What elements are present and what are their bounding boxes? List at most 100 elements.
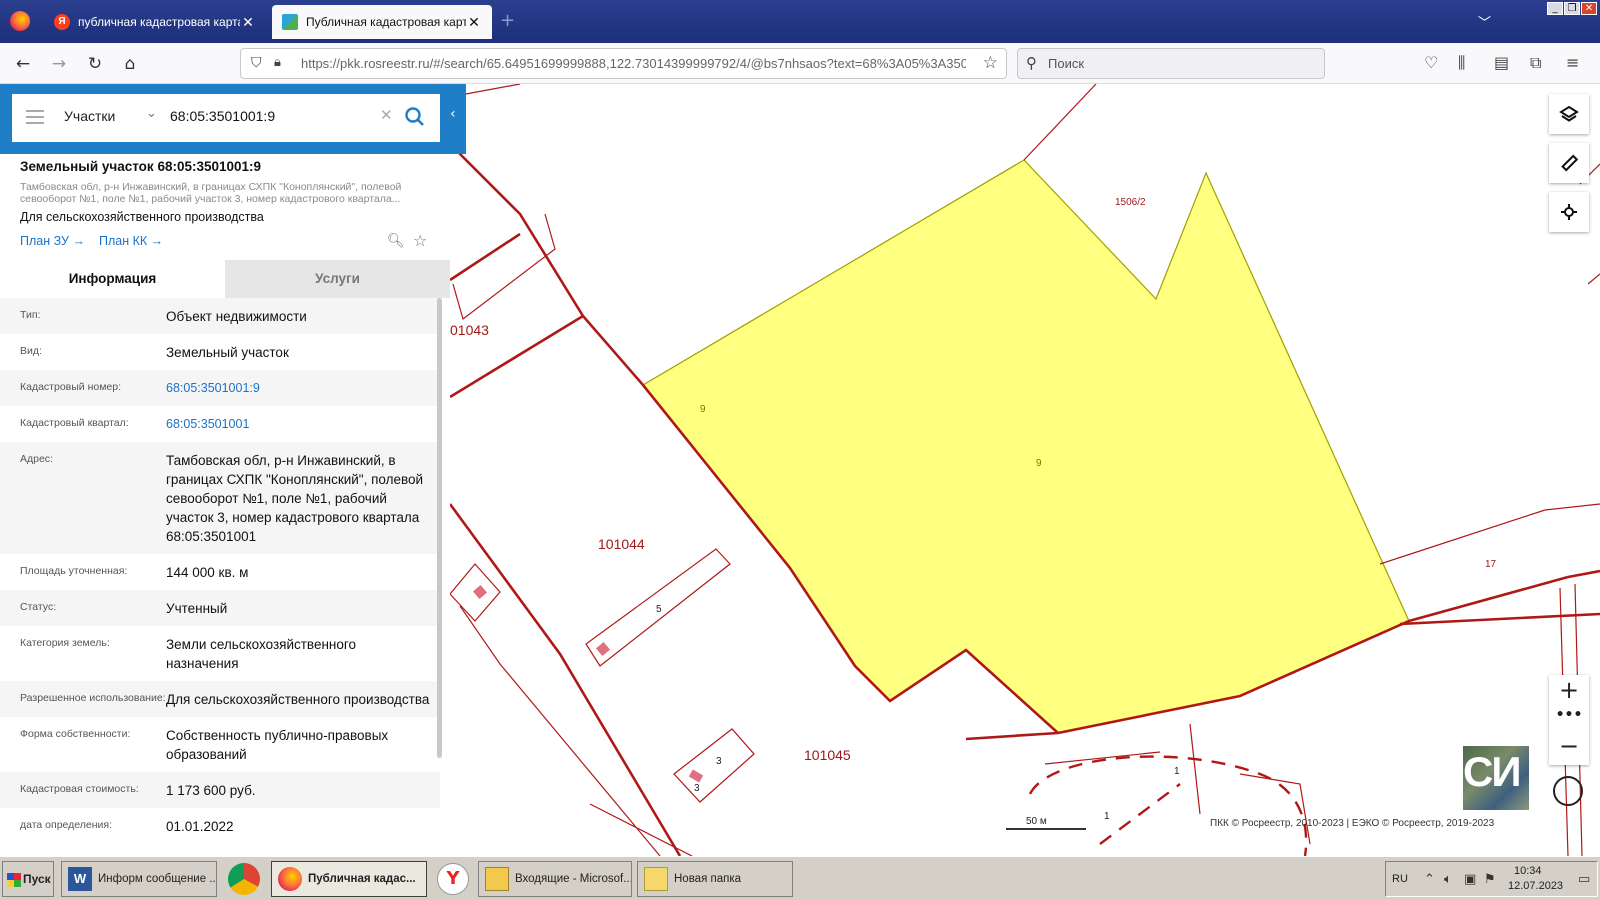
info-row: Статус: Учтенный xyxy=(0,590,440,626)
task-firefox[interactable]: Публичная кадас... xyxy=(271,861,427,897)
clock-time[interactable]: 10:34 xyxy=(1514,865,1542,877)
show-hidden-icons-icon[interactable]: ⌃ xyxy=(1424,872,1435,887)
home-icon[interactable]: ⌂ xyxy=(119,53,141,75)
clear-icon[interactable]: ✕ xyxy=(380,106,393,124)
language-indicator[interactable]: RU xyxy=(1392,873,1408,885)
tracking-shield-icon[interactable]: ⛉ xyxy=(251,55,262,71)
menu-icon[interactable]: ≡ xyxy=(1566,53,1579,72)
tab-services[interactable]: Услуги xyxy=(225,260,450,298)
extensions-icon[interactable]: ⧉ xyxy=(1530,53,1541,73)
tab-list-chevron-icon[interactable]: ﹀ xyxy=(1478,12,1491,31)
cadastral-quarter-link[interactable]: 68:05:3501001 xyxy=(166,415,440,434)
chrome-icon[interactable] xyxy=(228,863,260,895)
tab-close-icon[interactable]: ✕ xyxy=(240,14,256,31)
info-panel-scrollbar[interactable] xyxy=(437,298,442,758)
map-label-quarter: 01043 xyxy=(450,322,489,338)
firefox-menu-icon[interactable] xyxy=(10,11,30,31)
zoom-in-button[interactable]: + xyxy=(1549,675,1589,705)
info-row: Адрес: Тамбовская обл, р-н Инжавинский, в… xyxy=(0,442,440,554)
zoom-out-button[interactable]: − xyxy=(1549,731,1589,765)
browser-search-bar[interactable]: ⚲ Поиск xyxy=(1017,48,1325,79)
close-window-button[interactable]: ✕ xyxy=(1581,2,1597,15)
layers-button[interactable] xyxy=(1549,94,1589,134)
parcel-usage: Для сельскохозяйственного производства xyxy=(20,210,264,224)
browser-tab-bar: Я публичная кадастровая карта – ✕ Публич… xyxy=(0,0,1600,43)
map-label-parcel: 3 xyxy=(694,783,700,794)
forward-icon[interactable]: → xyxy=(48,53,70,75)
clock-date[interactable]: 12.07.2023 xyxy=(1508,880,1563,892)
basemap-switcher-label[interactable]: СИ xyxy=(1463,748,1522,796)
info-key: дата определения: xyxy=(20,819,113,831)
chevron-down-icon[interactable]: ⌄ xyxy=(146,106,157,121)
search-icon[interactable] xyxy=(402,104,428,130)
search-input[interactable]: 68:05:3501001:9 xyxy=(170,108,275,124)
tab-yandex[interactable]: Я публичная кадастровая карта – ✕ xyxy=(44,5,266,39)
rosreestr-icon xyxy=(282,14,298,30)
object-type-select[interactable]: Участки xyxy=(64,108,115,124)
plan-kk-link[interactable]: План КК → xyxy=(99,234,163,248)
map-label-parcel: 5 xyxy=(656,604,662,615)
lock-icon[interactable]: 🔒︎ xyxy=(274,55,281,70)
info-key: Кадастровая стоимость: xyxy=(20,783,139,795)
action-center-flag-icon[interactable]: ⚑ xyxy=(1484,872,1496,887)
show-desktop-icon[interactable]: ▭ xyxy=(1578,872,1590,887)
info-value: Для сельскохозяйственного производства xyxy=(166,692,430,707)
library-icon[interactable]: ⫼ xyxy=(1458,53,1465,73)
ruler-icon xyxy=(1561,154,1579,172)
search-panel: Участки ⌄ 68:05:3501001:9 ✕ ‹ xyxy=(0,84,466,154)
minimize-button[interactable]: _ xyxy=(1547,2,1563,15)
start-button[interactable]: Пуск xyxy=(2,861,54,897)
task-folder[interactable]: Новая папка xyxy=(637,861,793,897)
info-value: Земли сельскохозяйственного назначения xyxy=(166,637,357,671)
volume-icon[interactable]: 🔈︎ xyxy=(1444,872,1452,887)
parcel-address-summary: Тамбовская обл, р-н Инжавинский, в грани… xyxy=(20,181,402,205)
url-bar[interactable]: ⛉ 🔒︎ https://pkk.rosreestr.ru/#/search/6… xyxy=(240,48,1007,79)
cadastral-number-link[interactable]: 68:05:3501001:9 xyxy=(166,379,440,398)
collapse-panel-chevron-icon[interactable]: ‹ xyxy=(450,106,456,122)
search-placeholder: Поиск xyxy=(1048,56,1085,71)
info-panel: Земельный участок 68:05:3501001:9 Тамбов… xyxy=(0,154,450,856)
zoom-controls: + ••• − xyxy=(1549,675,1589,765)
locate-button[interactable] xyxy=(1549,192,1589,232)
more-options-icon[interactable]: ••• xyxy=(1549,705,1589,731)
info-key: Статус: xyxy=(20,601,57,613)
bookmark-star-icon[interactable]: ☆ xyxy=(983,53,998,73)
folder-icon xyxy=(644,867,668,891)
tab-close-icon[interactable]: ✕ xyxy=(466,14,482,31)
map-label-parcel: 17 xyxy=(1485,559,1497,570)
restore-button[interactable]: ❐ xyxy=(1564,2,1580,15)
map-label-parcel: 1 xyxy=(1104,811,1110,822)
hamburger-menu-icon[interactable] xyxy=(26,110,44,124)
new-tab-icon[interactable]: + xyxy=(500,10,515,31)
windows-taskbar: Пуск W Информ сообщение ... Публичная ка… xyxy=(0,856,1600,900)
task-outlook[interactable]: Входящие - Microsof... xyxy=(478,861,632,897)
tab-rosreestr[interactable]: Публичная кадастровая карта ✕ xyxy=(272,5,492,39)
url-text[interactable]: https://pkk.rosreestr.ru/#/search/65.649… xyxy=(301,56,966,71)
print-preview-icon[interactable]: 🔍︎ xyxy=(387,233,405,249)
reset-view-icon[interactable] xyxy=(1553,776,1583,806)
task-label: Публичная кадас... xyxy=(308,873,416,885)
layers-icon xyxy=(1559,105,1579,122)
back-icon[interactable]: ← xyxy=(12,53,34,75)
info-key: Адрес: xyxy=(20,453,53,465)
tab-label: Публичная кадастровая карта xyxy=(306,15,466,29)
word-icon: W xyxy=(68,867,92,891)
network-icon[interactable]: ▣ xyxy=(1464,872,1476,887)
measure-button[interactable] xyxy=(1549,143,1589,183)
scale-bar xyxy=(1006,828,1086,830)
plan-zu-link[interactable]: План ЗУ → xyxy=(20,234,85,248)
yandex-browser-icon[interactable]: Y xyxy=(437,863,469,895)
search-icon: ⚲ xyxy=(1026,54,1037,72)
info-value: Объект недвижимости xyxy=(166,309,307,324)
task-word[interactable]: W Информ сообщение ... xyxy=(61,861,217,897)
pocket-icon[interactable]: ♡ xyxy=(1424,53,1438,72)
tab-information[interactable]: Информация xyxy=(0,260,225,298)
yandex-icon: Я xyxy=(54,14,70,30)
search-box[interactable]: Участки ⌄ 68:05:3501001:9 ✕ xyxy=(12,94,440,142)
task-label: Новая папка xyxy=(674,873,742,885)
reload-icon[interactable]: ↻ xyxy=(84,53,106,75)
info-row: дата определения: 01.01.2022 xyxy=(0,808,440,844)
favorite-star-icon[interactable]: ☆ xyxy=(413,231,427,250)
info-key: Площадь уточненная: xyxy=(20,565,128,577)
sidebar-icon[interactable]: ▤ xyxy=(1494,53,1509,72)
